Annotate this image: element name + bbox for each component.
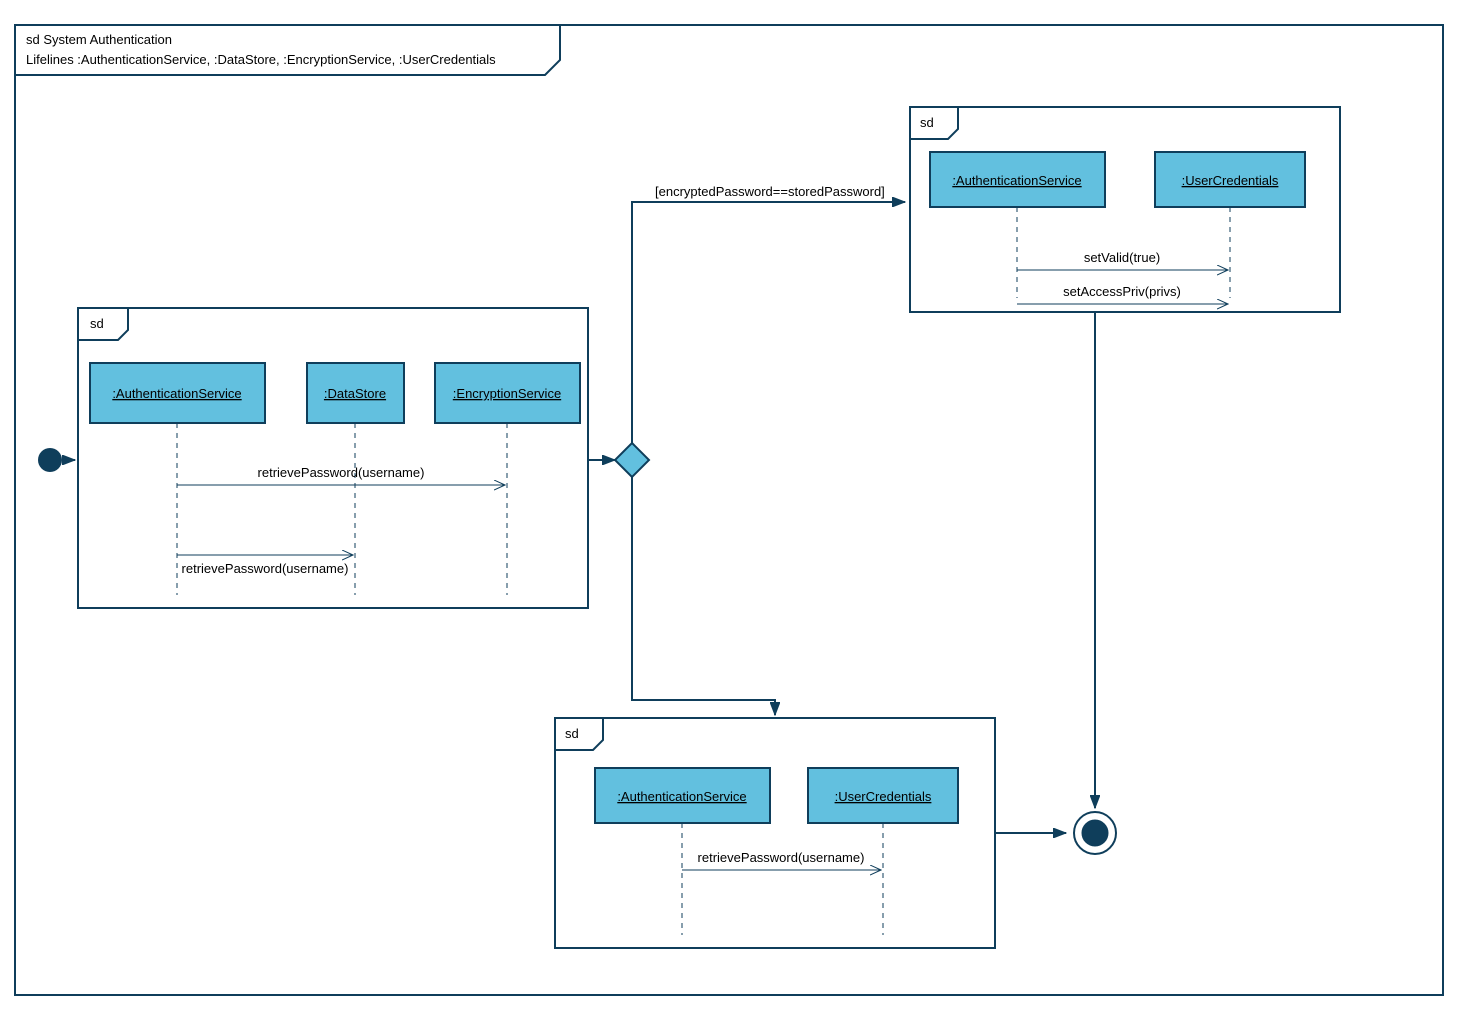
frame-a: sd :AuthenticationService :DataStore :En… — [78, 308, 588, 608]
edge-decision-to-c — [632, 477, 775, 715]
frame-b-tag: sd — [920, 115, 934, 130]
outer-lifelines-label: Lifelines :AuthenticationService, :DataS… — [26, 52, 496, 67]
frame-c-uc-label: :UserCredentials — [835, 789, 932, 804]
frame-a-auth-label: :AuthenticationService — [112, 386, 241, 401]
frame-c-auth-label: :AuthenticationService — [617, 789, 746, 804]
frame-a-tag: sd — [90, 316, 104, 331]
frame-b: sd :AuthenticationService :UserCredentia… — [910, 107, 1340, 312]
frame-c-tag: sd — [565, 726, 579, 741]
frame-a-enc-label: :EncryptionService — [453, 386, 561, 401]
frame-c-msg1-label: retrievePassword(username) — [698, 850, 865, 865]
frame-b-msg2-label: setAccessPriv(privs) — [1063, 284, 1181, 299]
edge-decision-to-b — [632, 202, 905, 443]
svg-text:sd System Authentication: sd System Authentication — [26, 32, 172, 47]
frame-b-uc-label: :UserCredentials — [1182, 173, 1279, 188]
frame-b-auth-label: :AuthenticationService — [952, 173, 1081, 188]
frame-a-msg2-label: retrievePassword(username) — [182, 561, 349, 576]
initial-node — [38, 448, 62, 472]
frame-b-msg1-label: setValid(true) — [1084, 250, 1160, 265]
final-node — [1074, 812, 1116, 854]
outer-title: System Authentication — [43, 32, 172, 47]
guard-label: [encryptedPassword==storedPassword] — [655, 184, 885, 199]
frame-a-ds-label: :DataStore — [324, 386, 386, 401]
decision-node — [615, 443, 649, 477]
frame-a-msg1-label: retrievePassword(username) — [258, 465, 425, 480]
frame-c: sd :AuthenticationService :UserCredentia… — [555, 718, 995, 948]
outer-tag: sd — [26, 32, 40, 47]
